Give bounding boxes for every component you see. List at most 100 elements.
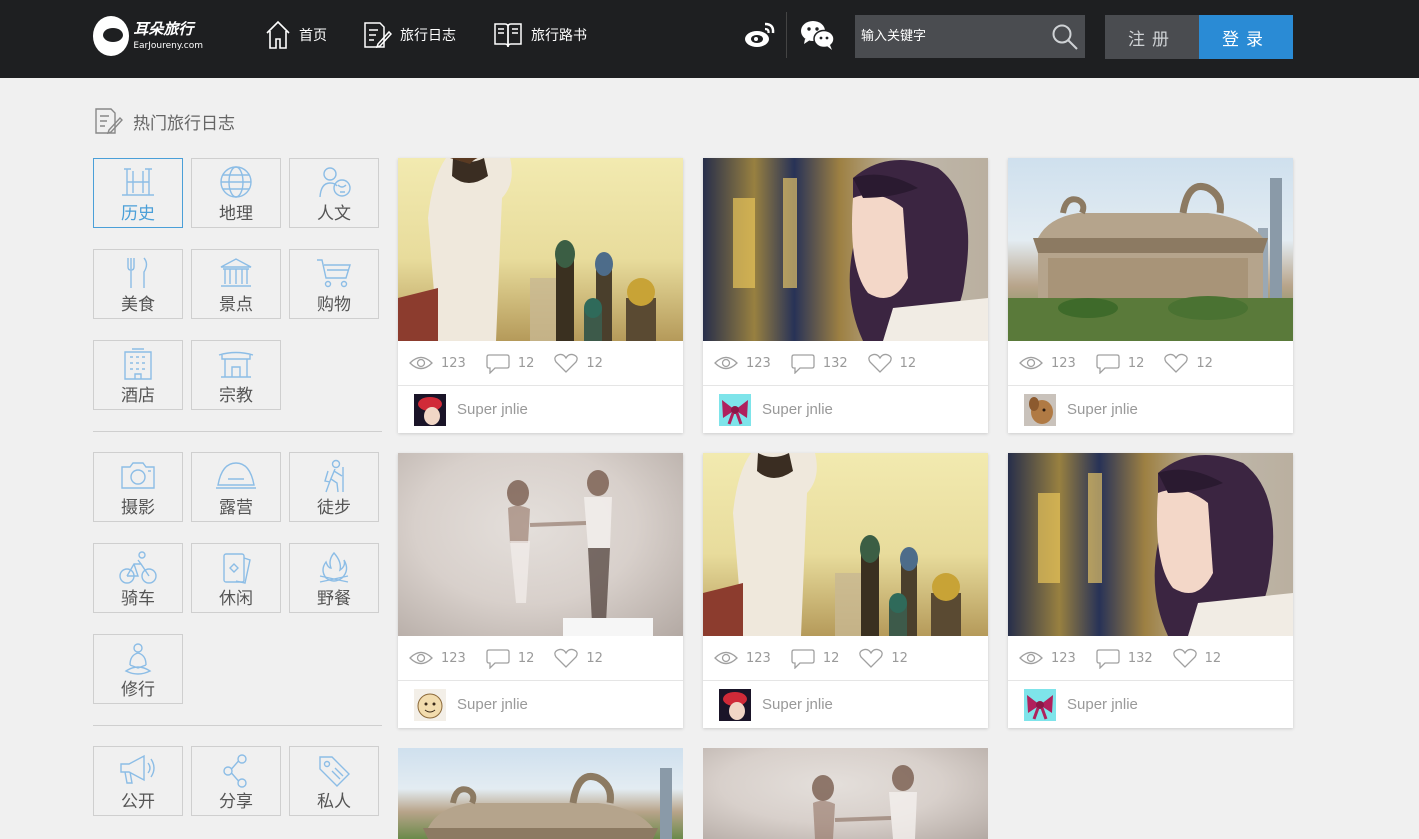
category-food[interactable]: 美食 bbox=[93, 249, 183, 319]
category-geography[interactable]: 地理 bbox=[191, 158, 281, 228]
category-hiking[interactable]: 徒步 bbox=[289, 452, 379, 522]
author-name[interactable]: Super jnlie bbox=[762, 696, 833, 713]
view-count: 123 bbox=[1019, 355, 1076, 371]
weibo-icon bbox=[745, 22, 775, 47]
journal-card[interactable]: 123 132 12 Super jnlie bbox=[1008, 453, 1293, 728]
bicycle-icon bbox=[119, 551, 157, 584]
comment-count[interactable]: 12 bbox=[486, 352, 534, 374]
comment-count[interactable]: 132 bbox=[791, 352, 848, 374]
meditation-icon bbox=[124, 643, 152, 675]
author-name[interactable]: Super jnlie bbox=[1067, 696, 1138, 713]
view-count: 123 bbox=[409, 355, 466, 371]
like-count[interactable]: 12 bbox=[554, 353, 603, 373]
card-author[interactable]: Super jnlie bbox=[703, 681, 988, 728]
comment-count[interactable]: 12 bbox=[1096, 352, 1144, 374]
weibo-link[interactable] bbox=[743, 18, 777, 56]
card-author[interactable]: Super jnlie bbox=[398, 681, 683, 728]
category-meditation[interactable]: 修行 bbox=[93, 634, 183, 704]
card-author[interactable]: Super jnlie bbox=[398, 386, 683, 433]
journal-card[interactable]: 123 12 12 Super jnlie bbox=[398, 158, 683, 433]
card-photo[interactable] bbox=[703, 158, 988, 341]
journal-card[interactable]: 123 12 12 Super jnlie bbox=[703, 453, 988, 728]
journal-icon bbox=[364, 22, 392, 49]
journal-card[interactable]: 123 12 12 Super jnlie bbox=[1008, 158, 1293, 433]
journal-card[interactable] bbox=[703, 748, 988, 839]
card-author[interactable]: Super jnlie bbox=[1008, 386, 1293, 433]
category-attractions[interactable]: 景点 bbox=[191, 249, 281, 319]
nav-home[interactable]: 首页 bbox=[265, 18, 327, 52]
site-logo[interactable]: 耳朵旅行 EarJoureny.com bbox=[93, 14, 203, 58]
nav-route-label: 旅行路书 bbox=[531, 28, 587, 44]
social-divider bbox=[786, 12, 787, 58]
card-stats: 123 12 12 bbox=[398, 636, 683, 681]
journal-card[interactable]: 123 132 12 Super jnlie bbox=[703, 158, 988, 433]
avatar[interactable] bbox=[1024, 688, 1056, 721]
search-button[interactable] bbox=[1045, 15, 1085, 58]
category-photography[interactable]: 摄影 bbox=[93, 452, 183, 522]
heart-icon bbox=[1172, 648, 1197, 668]
category-label: 地理 bbox=[219, 204, 253, 224]
author-name[interactable]: Super jnlie bbox=[1067, 401, 1138, 418]
globe-icon bbox=[220, 166, 252, 198]
journal-card[interactable] bbox=[398, 748, 683, 839]
card-photo[interactable] bbox=[703, 453, 988, 636]
journal-icon bbox=[95, 108, 123, 135]
category-camping[interactable]: 露营 bbox=[191, 452, 281, 522]
category-label: 人文 bbox=[317, 204, 351, 224]
heart-icon bbox=[1164, 353, 1189, 373]
like-count[interactable]: 12 bbox=[859, 648, 908, 668]
avatar[interactable] bbox=[414, 688, 446, 721]
category-picnic[interactable]: 野餐 bbox=[289, 543, 379, 613]
wechat-link[interactable] bbox=[800, 18, 836, 56]
category-religion[interactable]: 宗教 bbox=[191, 340, 281, 410]
nav-journal[interactable]: 旅行日志 bbox=[362, 18, 456, 52]
author-name[interactable]: Super jnlie bbox=[457, 696, 528, 713]
comment-count[interactable]: 132 bbox=[1096, 647, 1153, 669]
journal-card[interactable]: 123 12 12 Super jnlie bbox=[398, 453, 683, 728]
comment-icon bbox=[486, 354, 510, 374]
category-label: 野餐 bbox=[317, 589, 351, 609]
like-count[interactable]: 12 bbox=[554, 648, 603, 668]
page-title-text: 热门旅行日志 bbox=[133, 113, 235, 134]
comment-count[interactable]: 12 bbox=[486, 647, 534, 669]
category-shopping[interactable]: 购物 bbox=[289, 249, 379, 319]
category-label: 美食 bbox=[121, 295, 155, 315]
like-count[interactable]: 12 bbox=[1172, 648, 1221, 668]
category-history[interactable]: 历史 bbox=[93, 158, 183, 228]
eye-icon bbox=[1019, 356, 1043, 370]
camera-icon bbox=[121, 462, 155, 489]
card-photo[interactable] bbox=[398, 453, 683, 636]
avatar[interactable] bbox=[1024, 393, 1056, 426]
category-culture[interactable]: 人文 bbox=[289, 158, 379, 228]
avatar[interactable] bbox=[719, 393, 751, 426]
like-count[interactable]: 12 bbox=[1164, 353, 1213, 373]
search-input[interactable] bbox=[855, 15, 1045, 58]
author-name[interactable]: Super jnlie bbox=[457, 401, 528, 418]
category-private[interactable]: 私人 bbox=[289, 746, 379, 816]
category-cycling[interactable]: 骑车 bbox=[93, 543, 183, 613]
card-photo[interactable] bbox=[398, 748, 683, 839]
register-button[interactable]: 注册 bbox=[1105, 15, 1199, 59]
nav-route[interactable]: 旅行路书 bbox=[493, 18, 587, 52]
category-leisure[interactable]: 休闲 bbox=[191, 543, 281, 613]
card-author[interactable]: Super jnlie bbox=[703, 386, 988, 433]
card-photo[interactable] bbox=[1008, 158, 1293, 341]
card-photo[interactable] bbox=[703, 748, 988, 839]
avatar[interactable] bbox=[719, 688, 751, 721]
category-label: 历史 bbox=[121, 204, 155, 224]
category-share[interactable]: 分享 bbox=[191, 746, 281, 816]
logo-ear-icon bbox=[93, 16, 130, 56]
food-icon bbox=[127, 257, 148, 288]
category-public[interactable]: 公开 bbox=[93, 746, 183, 816]
login-button[interactable]: 登录 bbox=[1199, 15, 1293, 59]
card-photo[interactable] bbox=[398, 158, 683, 341]
author-name[interactable]: Super jnlie bbox=[762, 401, 833, 418]
category-label: 修行 bbox=[121, 680, 155, 700]
like-count[interactable]: 12 bbox=[867, 353, 916, 373]
card-author[interactable]: Super jnlie bbox=[1008, 681, 1293, 728]
category-hotel[interactable]: 酒店 bbox=[93, 340, 183, 410]
card-photo[interactable] bbox=[1008, 453, 1293, 636]
comment-count[interactable]: 12 bbox=[791, 647, 839, 669]
avatar[interactable] bbox=[414, 393, 446, 426]
home-icon bbox=[266, 20, 290, 49]
